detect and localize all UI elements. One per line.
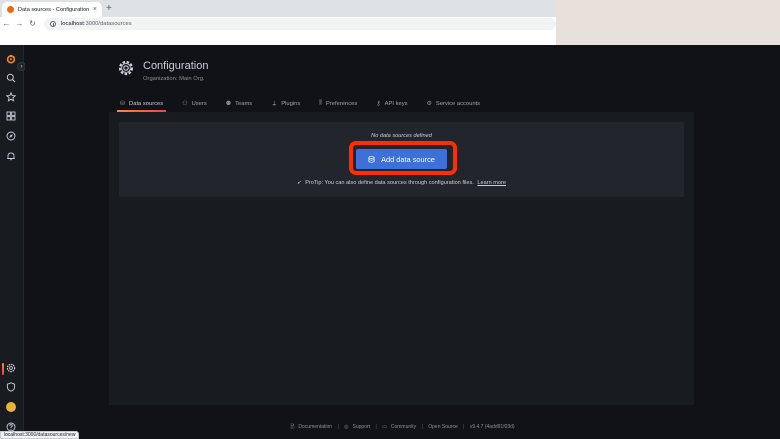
plug-icon: ⏚ (271, 102, 278, 108)
forward-icon[interactable]: → (13, 17, 26, 31)
navigation-bar: ← → ↻ localhost:3000/datasources (0, 17, 556, 31)
user-avatar-icon[interactable] (5, 401, 17, 413)
tab-preferences[interactable]: ⫼ Preferences (316, 99, 360, 112)
tab-label: API keys (384, 100, 408, 107)
alerting-icon[interactable] (5, 150, 17, 162)
url-path: :3000/datasources (83, 21, 132, 27)
grafana-logo-icon[interactable] (5, 53, 17, 65)
browser-status-bar: localhost:3000/datasources/new (0, 431, 80, 439)
separator: | (375, 424, 377, 430)
rocket-icon: ➶ (296, 180, 302, 186)
add-data-source-label: Add data source (381, 154, 435, 164)
sidebar: › (0, 45, 26, 439)
tab-close-icon[interactable]: × (93, 6, 97, 13)
separator: | (337, 424, 339, 430)
protip: ➶ ProTip: You can also define data sourc… (119, 180, 684, 186)
users-icon: ⚉ (225, 101, 232, 107)
desktop-background (556, 0, 780, 45)
key-icon: ⚷ (376, 101, 381, 107)
tab-label: Plugins (281, 100, 301, 107)
tab-data-sources[interactable]: ⛁ Data sources (117, 99, 167, 112)
footer: 🗎 Documentation | ◎ Support | ▭ Community |… (25, 424, 780, 432)
search-icon[interactable] (5, 72, 17, 84)
browser-tab[interactable]: Data sources - Configuration × (2, 2, 102, 17)
active-indicator (2, 363, 4, 375)
empty-message: No data sources defined (371, 133, 432, 139)
document-icon: 🗎 (290, 424, 295, 430)
database-icon (368, 155, 375, 163)
add-data-source-button[interactable]: Add data source (356, 149, 447, 169)
dashboards-icon[interactable] (5, 110, 17, 122)
user-cog-icon: ⚙ (426, 101, 432, 107)
comments-icon: ▭ (382, 424, 387, 430)
open-source-link[interactable]: Open Source (428, 424, 457, 430)
configuration-icon[interactable] (5, 362, 17, 374)
sliders-icon: ⫼ (319, 100, 322, 106)
protip-text: ProTip: You can also define data sources… (305, 180, 474, 186)
version-text: v9.4.7 (4add91f03d) (469, 424, 515, 430)
new-tab-button[interactable]: + (106, 2, 112, 16)
avatar (6, 402, 16, 412)
tab-api-keys[interactable]: ⚷ API keys (373, 99, 410, 112)
content-panel: No data sources defined Add data source … (109, 112, 694, 405)
tab-teams[interactable]: ⚉ Teams (223, 99, 255, 112)
tab-label: Teams (235, 100, 253, 107)
page-title: Configuration (143, 60, 209, 72)
tab-users[interactable]: ⚇ Users (179, 99, 210, 112)
community-link[interactable]: Community (391, 424, 416, 430)
grafana-favicon-icon (7, 6, 14, 13)
address-bar[interactable]: localhost:3000/datasources (44, 18, 556, 30)
tab-label: Users (191, 100, 207, 107)
cog-icon (117, 59, 135, 82)
tab-plugins[interactable]: ⏚ Plugins (268, 99, 303, 112)
shield-icon[interactable] (5, 381, 17, 393)
empty-list-card: No data sources defined Add data source … (119, 122, 684, 197)
back-icon[interactable]: ← (0, 17, 13, 31)
config-tabs: ⛁ Data sources ⚇ Users ⚉ Teams ⏚ Plugins… (117, 99, 496, 112)
tab-label: Preferences (325, 100, 358, 107)
tab-strip: Data sources - Configuration × + (0, 0, 556, 17)
tab-label: Service accounts (435, 100, 481, 107)
tab-service-accounts[interactable]: ⚙ Service accounts (424, 99, 484, 112)
browser-window: Data sources - Configuration × + ← → ↻ l… (0, 0, 556, 45)
support-link[interactable]: Support (353, 424, 371, 430)
page-header: Configuration Organization: Main Org. (117, 59, 208, 82)
separator: | (421, 424, 423, 430)
url-host: localhost (61, 21, 84, 27)
site-info-icon[interactable] (50, 21, 56, 27)
separator: | (463, 424, 465, 430)
tab-title: Data sources - Configuration (18, 6, 90, 13)
main-content: Configuration Organization: Main Org. ⛁ … (25, 45, 780, 439)
page-subtitle: Organization: Main Org. (143, 76, 205, 82)
documentation-link[interactable]: Documentation (298, 424, 332, 430)
star-icon[interactable] (5, 91, 17, 103)
reload-icon[interactable]: ↻ (26, 17, 39, 31)
learn-more-link[interactable]: Learn more (477, 180, 506, 186)
user-icon: ⚇ (182, 101, 188, 107)
tab-label: Data sources (129, 100, 164, 107)
database-icon: ⛁ (120, 101, 126, 107)
support-icon: ◎ (344, 424, 349, 430)
explore-icon[interactable] (5, 130, 17, 142)
